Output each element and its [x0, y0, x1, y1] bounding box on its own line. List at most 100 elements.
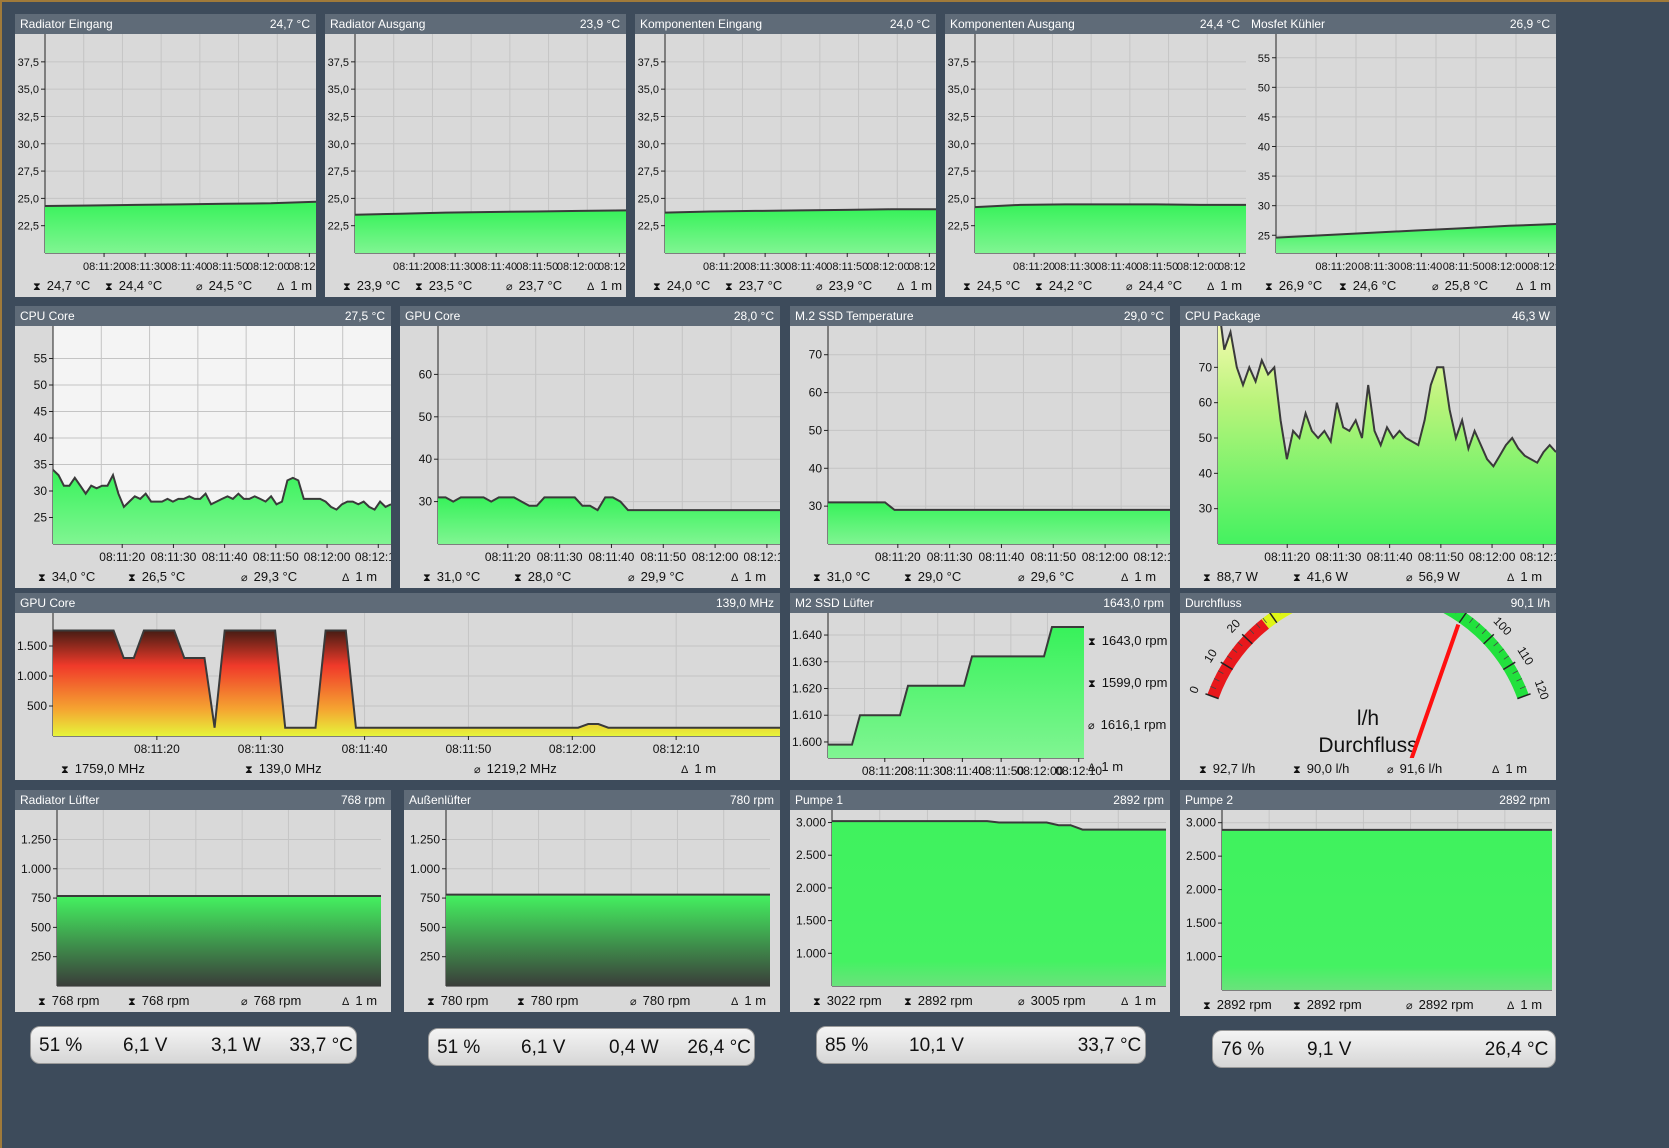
max-icon: ⧗	[33, 281, 41, 293]
chart-svg: 70 60 50 40 30 08:11:20 08:11:30 08:11:40 08:11:…	[1199, 326, 1556, 564]
stat-timespan: Δ 1 m	[342, 569, 377, 584]
avg-icon: ⌀	[1018, 996, 1025, 1008]
gauge-panel-flow: Durchfluss90,1 l/h0102030405060708090100…	[1180, 593, 1556, 780]
stat-max: ⧗ 88,7 W	[1203, 569, 1258, 585]
chart-panel-mosfet: Mosfet Kühler 26,9 °C 55 50 45 40 35 30 25 08:11:…	[1246, 14, 1556, 297]
avg-icon: ⌀	[630, 996, 637, 1008]
stat-value: 41,6 W	[1306, 569, 1348, 584]
stat-value: 1 m	[355, 569, 378, 584]
x-tick-label: 08:12:00	[304, 550, 351, 564]
panel-header: Komponenten Eingang 24,0 °C	[635, 14, 936, 34]
y-tick-label: 30	[1199, 502, 1213, 516]
stat-timespan: Δ 1 m	[731, 993, 766, 1008]
x-tick-label: 08:11:40	[589, 550, 635, 564]
chart-svg: 1.250 1.000 750 500 250	[21, 810, 381, 987]
panel-current-value: 139,0 MHz	[715, 596, 774, 610]
min-icon: ⧗	[1035, 281, 1043, 293]
x-tick-label: 08:12:10	[744, 550, 780, 564]
y-tick-label: 1.640	[792, 628, 822, 642]
stat-max: ⧗ 24,7 °C	[33, 278, 90, 294]
panel-title: M.2 SSD Temperature	[795, 309, 914, 323]
min-icon: ⧗	[904, 572, 912, 584]
y-tick-label: 37,5	[638, 57, 659, 69]
x-tick-label: 08:11:40	[165, 261, 207, 273]
x-tick-label: 08:12:10	[288, 261, 316, 273]
timespan-icon: Δ	[587, 281, 595, 293]
y-tick-label: 25	[34, 511, 48, 525]
stat-value: 1616,1 rpm	[1100, 717, 1167, 732]
x-tick-label: 08:12:00	[1485, 261, 1528, 273]
stat-value: 139,0 MHz	[258, 761, 322, 776]
y-tick-label: 25,0	[328, 193, 349, 205]
voltage: 9,1 V	[1307, 1039, 1352, 1060]
stat-timespan: Δ 1 m	[1507, 569, 1542, 584]
stat-max: ⧗ 26,9 °C	[1265, 278, 1322, 294]
y-tick-label: 30,0	[638, 139, 659, 151]
panel-current-value: 24,4 °C	[1199, 17, 1240, 31]
stat-value: 34,0 °C	[51, 569, 96, 584]
x-tick-label: 08:11:40	[1095, 261, 1137, 273]
stat-value: 1 m	[910, 278, 933, 293]
x-tick-label: 08:12:00	[557, 261, 600, 273]
fan-pump-readout-1: 51 % 6,1 V 3,1 W 33,7 °C	[30, 1026, 357, 1064]
stat-value: 1 m	[1134, 993, 1157, 1008]
x-tick-label: 08:12:10	[598, 261, 626, 273]
avg-icon: ⌀	[241, 996, 248, 1008]
y-tick-label: 60	[1199, 396, 1213, 410]
stat-avg: ⌀ 56,9 W	[1406, 569, 1460, 584]
stat-value: 31,0 °C	[436, 569, 481, 584]
gauge-svg: 0102030405060708090100110120l/hDurchflus…	[1186, 613, 1552, 758]
gauge-label: Durchfluss	[1318, 734, 1417, 757]
panel-current-value: 28,0 °C	[733, 309, 774, 323]
stat-value: 1 m	[355, 993, 378, 1008]
chart-panel-pump1: Pumpe 1 2892 rpm 3.000 2.500 2.000 1.500 1.000…	[790, 790, 1170, 1012]
x-tick-label: 08:11:20	[393, 261, 435, 273]
x-tick-label: 08:12:10	[1134, 550, 1170, 564]
series-area	[828, 502, 1170, 544]
panel-current-value: 768 rpm	[340, 793, 385, 807]
x-tick-label: 08:11:50	[1030, 550, 1076, 564]
stat-value: 1643,0 rpm	[1101, 633, 1168, 648]
timespan-icon: Δ	[1121, 996, 1129, 1008]
y-tick-label: 50	[419, 410, 433, 424]
stat-value: 56,9 W	[1418, 569, 1460, 584]
y-tick-label: 30,0	[328, 139, 349, 151]
x-tick-label: 08:11:20	[83, 261, 125, 273]
stat-value: 31,0 °C	[826, 569, 871, 584]
stat-avg: ⌀ 29,3 °C	[241, 569, 297, 584]
stat-min: ⧗ 2892 rpm	[1293, 997, 1362, 1013]
stat-max: ⧗ 31,0 °C	[813, 569, 870, 585]
stat-value: 1 m	[694, 761, 717, 776]
stat-value: 24,0 °C	[666, 278, 711, 293]
max-icon: ⧗	[1203, 1000, 1211, 1012]
y-tick-label: 1.630	[792, 655, 822, 669]
series-area	[832, 821, 1166, 986]
y-tick-label: 50	[809, 423, 823, 437]
x-tick-label: 08:11:30	[927, 550, 973, 564]
chart-svg: 37,535,032,530,027,525,022,508:11:20 08:1…	[948, 34, 1246, 273]
stat-min: ⧗ 90,0 l/h	[1293, 761, 1349, 777]
x-tick-label: 08:11:20	[134, 742, 180, 756]
max-icon: ⧗	[1088, 636, 1096, 648]
stat-value: 24,2 °C	[1048, 278, 1093, 293]
stat-timespan: Δ 1 m	[731, 569, 766, 584]
fan-pump-readout-3: 85 % 10,1 V 33,7 °C	[816, 1026, 1146, 1064]
stat-value: 24,4 °C	[1138, 278, 1183, 293]
max-icon: ⧗	[813, 572, 821, 584]
stat-timespan: Δ 1 m	[587, 278, 622, 293]
y-tick-label: 32,5	[18, 111, 39, 123]
series-area	[1222, 829, 1552, 990]
series-area	[438, 497, 780, 544]
y-tick-label: 22,5	[328, 221, 349, 233]
x-tick-label: 08:11:40	[342, 742, 388, 756]
stat-value: 1 m	[744, 993, 767, 1008]
avg-icon: ⌀	[196, 281, 203, 293]
stat-avg: ⌀ 29,6 °C	[1018, 569, 1074, 584]
power: 0,4 W	[609, 1037, 659, 1058]
panel-header: Radiator Ausgang 23,9 °C	[325, 14, 626, 34]
y-tick-label: 37,5	[18, 57, 39, 69]
stat-value: 1 m	[1134, 569, 1157, 584]
x-tick-label: 08:12:10	[1218, 261, 1246, 273]
min-icon: ⧗	[415, 281, 423, 293]
x-tick-label: 08:12:10	[355, 550, 391, 564]
